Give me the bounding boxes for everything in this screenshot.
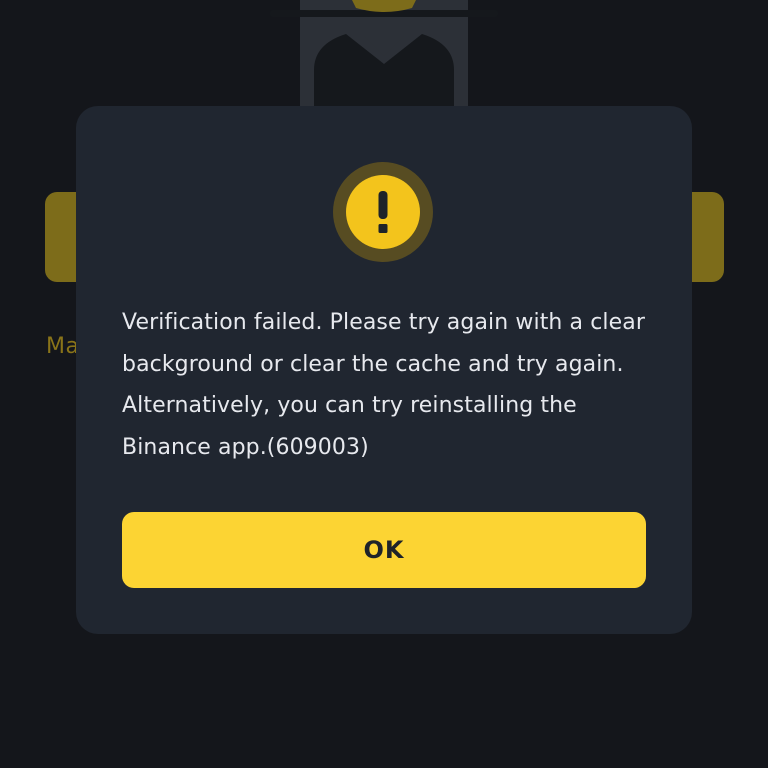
screen: Ma Verification failed. Please try again… [0,0,768,768]
ok-button[interactable]: OK [122,512,646,588]
face-scan-illustration [270,0,498,108]
exclamation-warning-icon [333,162,433,262]
background-link-text: Ma [46,334,80,359]
error-dialog: Verification failed. Please try again wi… [76,106,692,634]
error-message: Verification failed. Please try again wi… [122,310,645,460]
